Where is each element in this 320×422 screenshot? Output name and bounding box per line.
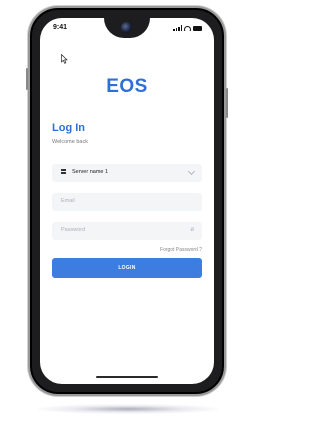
page-subtitle: Welcome back <box>52 139 88 145</box>
signal-icon <box>173 25 182 31</box>
forgot-password-link[interactable]: Forgot Password ? <box>160 247 202 253</box>
server-icon <box>61 169 66 176</box>
status-icons <box>173 25 202 31</box>
volume-button <box>26 68 28 90</box>
phone-screen: 9:41 EOS Log In Welcome back Server name… <box>40 18 214 384</box>
device-reflection <box>38 404 218 414</box>
home-indicator <box>96 376 158 378</box>
server-select-value: Server name 1 <box>72 169 109 175</box>
email-field[interactable]: Email <box>52 193 202 211</box>
battery-icon <box>193 25 202 31</box>
password-field[interactable]: Password ø <box>52 222 202 240</box>
mouse-cursor-icon <box>61 54 68 64</box>
server-select[interactable]: Server name 1 <box>52 164 202 182</box>
eye-icon[interactable]: ø <box>190 227 194 233</box>
chevron-down-icon <box>187 167 196 176</box>
app-logo: EOS <box>106 76 148 97</box>
email-placeholder: Email <box>61 198 75 204</box>
page-title: Log In <box>52 122 85 134</box>
status-time: 9:41 <box>53 24 68 31</box>
wifi-icon <box>184 25 191 31</box>
password-placeholder: Password <box>61 227 86 233</box>
login-button[interactable]: LOGIN <box>52 258 202 278</box>
phone-frame: 9:41 EOS Log In Welcome back Server name… <box>26 6 228 396</box>
power-button <box>226 88 228 118</box>
camera-icon <box>121 22 132 33</box>
